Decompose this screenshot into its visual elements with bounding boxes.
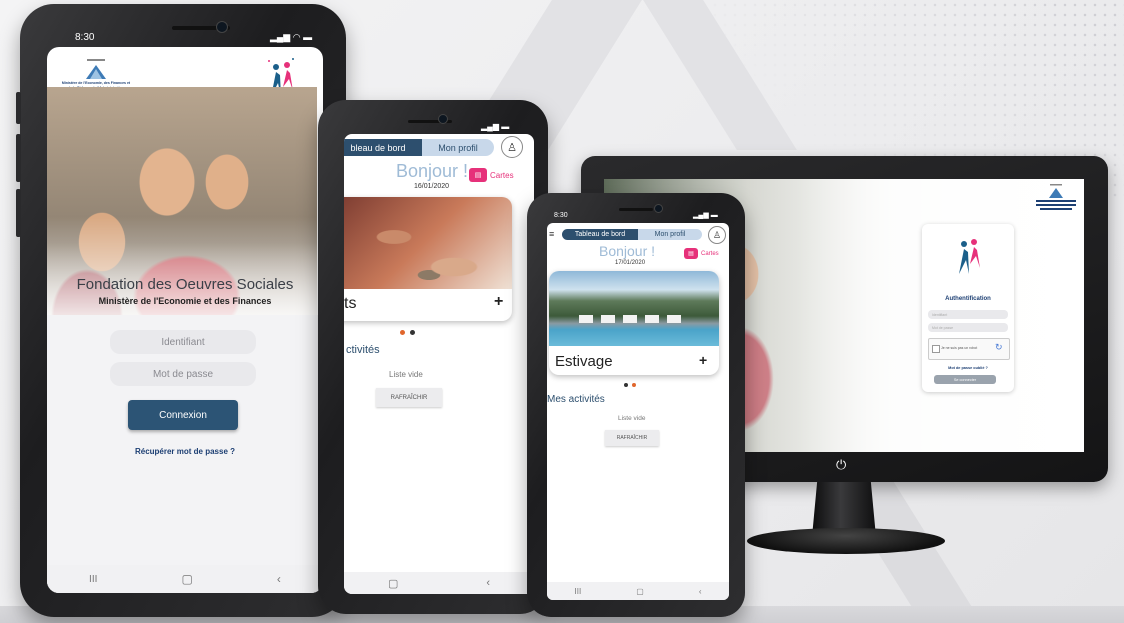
front-camera — [438, 114, 448, 124]
avatar[interactable]: ♙ — [708, 226, 726, 244]
carousel-dot-active[interactable] — [400, 330, 405, 335]
android-nav-bar: ▢ ‹ — [344, 572, 534, 594]
status-icons: ▂▄▆ ◠ ▬ — [270, 32, 312, 43]
speaker-grille — [619, 208, 653, 211]
signal-icon: ▂▄▆ — [693, 212, 709, 219]
back-nav-icon[interactable]: ‹ — [277, 572, 281, 586]
auth-title: Authentification — [945, 296, 991, 302]
carousel-card[interactable]: ts + — [344, 197, 512, 321]
username-input[interactable]: Identifiant — [928, 310, 1008, 319]
status-time: 8:30 — [75, 32, 95, 43]
signal-icon: ▂▄▆ — [481, 122, 499, 131]
side-button — [16, 92, 21, 124]
status-time: 8:30 — [554, 212, 568, 219]
user-silhouette-icon: ♙ — [507, 141, 517, 154]
card-title: Estivage — [555, 353, 613, 370]
dashboard-screen: bleau de bord Mon profil ♙ Bonjour ! 16/… — [344, 134, 534, 594]
forgot-password-link[interactable]: Mot de passe oublié ? — [922, 366, 1014, 370]
recaptcha-label: Je ne suis pas un robot — [941, 346, 978, 350]
hamburger-menu-icon[interactable]: ≡ — [549, 229, 554, 239]
cards-label: Cartes — [701, 250, 719, 257]
tab-dashboard[interactable]: bleau de bord — [344, 139, 422, 156]
dashboard-tabs: Tableau de bord Mon profil — [562, 229, 702, 240]
pool-umbrellas — [579, 315, 689, 323]
recaptcha-box[interactable]: Je ne suis pas un robot ↻ — [928, 338, 1010, 360]
login-screen: Ministère de l'Economie, des Finances et… — [47, 47, 323, 593]
recents-nav-icon[interactable]: III — [575, 587, 582, 596]
avatar[interactable]: ♙ — [501, 136, 523, 158]
front-camera — [216, 21, 228, 33]
ministry-emblem-icon — [1036, 184, 1076, 210]
id-card-icon: ▤ — [469, 168, 487, 182]
empty-list-text: Liste vide — [618, 415, 646, 422]
carousel-dot[interactable] — [624, 383, 628, 387]
power-icon[interactable]: ⏻ — [836, 457, 846, 473]
resort-photo — [549, 271, 719, 346]
dashboard-tabs: bleau de bord Mon profil — [344, 139, 494, 156]
recaptcha-logo-icon: ↻ — [995, 342, 1003, 352]
add-icon[interactable]: + — [494, 293, 503, 311]
password-input[interactable]: Mot de passe — [110, 362, 256, 386]
dashboard-screen: ≡ Tableau de bord Mon profil ♙ Bonjour !… — [547, 223, 729, 600]
home-nav-icon[interactable]: ▢ — [388, 577, 398, 590]
status-icons: ▂▄▆ ▬ — [693, 211, 718, 219]
back-nav-icon[interactable]: ‹ — [699, 587, 702, 596]
greeting: Bonjour ! — [599, 243, 656, 259]
carousel-dot[interactable] — [410, 330, 415, 335]
refresh-button[interactable]: RAFRAÎCHIR — [376, 388, 442, 407]
username-input[interactable]: Identifiant — [110, 330, 256, 354]
side-button — [16, 134, 21, 182]
login-button[interactable]: Connexion — [128, 400, 238, 430]
phone-login: 8:30 ▂▄▆ ◠ ▬ Ministère de l'Economie, de… — [16, 4, 346, 617]
user-silhouette-icon: ♙ — [712, 229, 722, 240]
empty-list-text: Liste vide — [389, 370, 423, 379]
refresh-button[interactable]: RAFRAÎCHIR — [605, 430, 659, 446]
phone-dashboard-right: 8:30 ▂▄▆ ▬ ≡ Tableau de bord Mon profil … — [527, 193, 745, 617]
front-camera — [654, 204, 663, 213]
savings-photo — [344, 197, 512, 289]
battery-icon: ▬ — [303, 32, 313, 42]
foundation-title: Fondation des Oeuvres Sociales — [76, 276, 294, 293]
phone-dashboard-left: ▂▄▆ ▬ bleau de bord Mon profil ♙ Bonjour… — [318, 100, 548, 614]
signal-icon: ▂▄▆ — [270, 32, 291, 42]
side-button — [16, 189, 21, 237]
add-icon[interactable]: + — [699, 352, 707, 368]
android-nav-bar: III ▢ ‹ — [47, 565, 323, 593]
recaptcha-checkbox[interactable] — [932, 345, 940, 353]
current-date: 17/01/2020 — [615, 260, 646, 266]
back-nav-icon[interactable]: ‹ — [486, 577, 490, 589]
carousel-dot-active[interactable] — [632, 383, 636, 387]
activities-heading: ctivités — [346, 344, 380, 356]
tab-dashboard[interactable]: Tableau de bord — [562, 229, 638, 240]
monitor-stand-base — [747, 528, 945, 554]
auth-card: Authentification Identifiant Mot de pass… — [922, 224, 1014, 392]
cards-button[interactable]: ▤ Cartes — [469, 168, 514, 182]
carousel-card[interactable]: Estivage + — [549, 271, 719, 375]
forgot-password-link[interactable]: Récupérer mot de passe ? — [47, 447, 323, 456]
password-input[interactable]: Mot de passe — [928, 323, 1008, 332]
home-nav-icon[interactable]: ▢ — [636, 587, 644, 596]
card-title: ts — [344, 295, 357, 312]
android-nav-bar: III ▢ ‹ — [547, 582, 729, 600]
home-nav-icon[interactable]: ▢ — [181, 572, 192, 586]
current-date: 16/01/2020 — [414, 183, 450, 190]
wifi-icon: ◠ — [292, 32, 301, 42]
battery-icon: ▬ — [710, 212, 718, 219]
battery-icon: ▬ — [501, 122, 510, 131]
status-icons: ▂▄▆ ▬ — [481, 122, 509, 131]
ministry-subtitle: Ministère de l'Economie et des Finances — [98, 296, 272, 306]
login-button[interactable]: Se connecter — [934, 375, 996, 384]
tab-profile[interactable]: Mon profil — [422, 139, 494, 156]
foundation-logo-icon — [959, 239, 980, 274]
cards-button[interactable]: ▤ Cartes — [684, 248, 719, 259]
cards-label: Cartes — [490, 170, 514, 180]
activities-heading: Mes activités — [547, 394, 605, 405]
tab-profile[interactable]: Mon profil — [638, 229, 702, 240]
id-card-icon: ▤ — [684, 248, 698, 259]
greeting: Bonjour ! — [396, 161, 469, 181]
recents-nav-icon[interactable]: III — [89, 574, 97, 585]
